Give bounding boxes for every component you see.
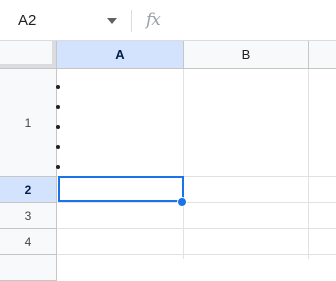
cell-c5[interactable] [309, 255, 336, 259]
select-all-corner[interactable] [0, 41, 57, 69]
column-header-c[interactable] [309, 41, 336, 69]
cell-b1[interactable] [184, 69, 309, 177]
cell-a1[interactable] [57, 69, 184, 177]
fx-icon: fx [146, 10, 161, 30]
name-box[interactable]: A2 [0, 0, 126, 40]
column-header-b[interactable]: B [184, 41, 309, 69]
formula-bar-divider [131, 10, 132, 32]
cell-c4[interactable] [309, 229, 336, 255]
cell-a3[interactable] [57, 203, 184, 229]
active-cell-selection[interactable] [58, 176, 184, 202]
cell-c3[interactable] [309, 203, 336, 229]
bulleted-list [51, 77, 71, 177]
cell-c1[interactable] [309, 69, 336, 177]
cell-b3[interactable] [184, 203, 309, 229]
cell-b5[interactable] [184, 255, 309, 259]
cell-a4[interactable] [57, 229, 184, 255]
cell-b2[interactable] [184, 177, 309, 203]
row-header-1[interactable]: 1 [0, 69, 57, 177]
cell-b4[interactable] [184, 229, 309, 255]
formula-bar: A2 fx [0, 0, 336, 41]
row-header-4[interactable]: 4 [0, 229, 57, 255]
fill-handle[interactable] [177, 197, 187, 207]
chevron-down-icon[interactable] [107, 18, 117, 24]
row-header-2[interactable]: 2 [0, 177, 57, 203]
spreadsheet-grid: A B 1 2 3 4 [0, 41, 336, 281]
name-box-value[interactable]: A2 [18, 12, 36, 30]
cell-c2[interactable] [309, 177, 336, 203]
column-header-a[interactable]: A [57, 41, 184, 69]
row-header-3[interactable]: 3 [0, 203, 57, 229]
freeze-columns-handle[interactable] [52, 41, 56, 68]
freeze-rows-handle[interactable] [0, 64, 56, 68]
cell-a5[interactable] [57, 255, 184, 259]
